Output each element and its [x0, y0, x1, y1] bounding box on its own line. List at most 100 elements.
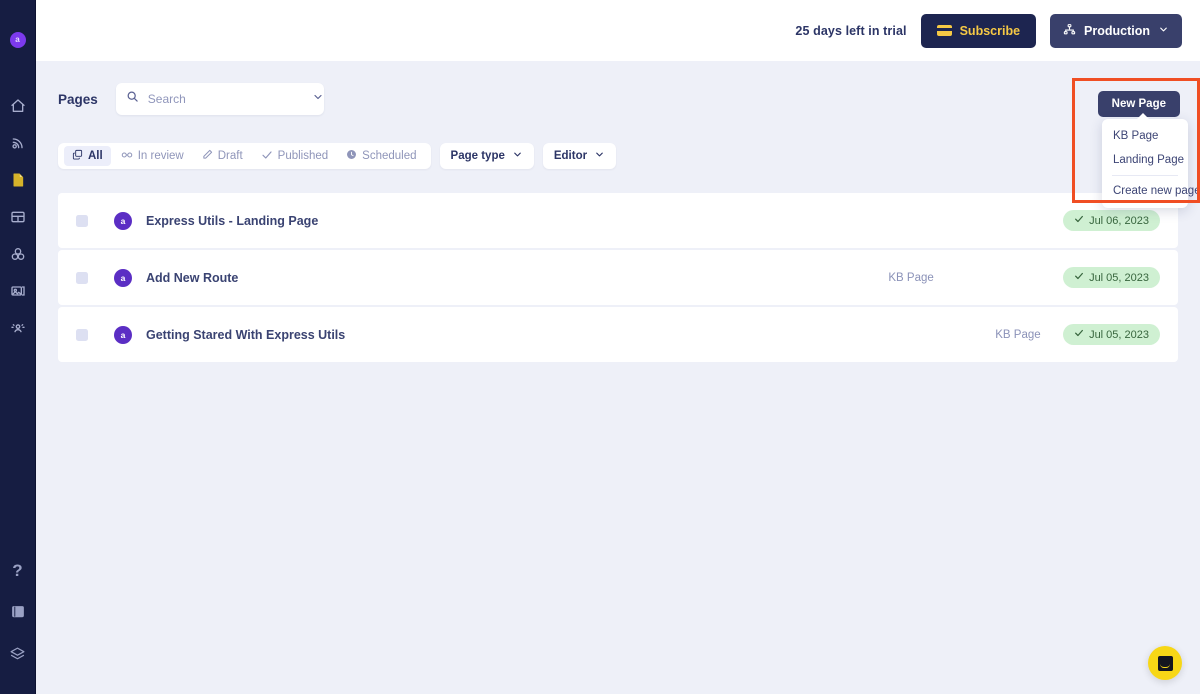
- app-root: a: [0, 0, 1200, 694]
- subscribe-button[interactable]: Subscribe: [921, 14, 1036, 48]
- chevron-down-icon: [512, 149, 523, 163]
- table-row[interactable]: a Add New Route KB Page Jul 05, 2023: [58, 250, 1178, 305]
- glasses-icon: [121, 149, 133, 164]
- tab-all[interactable]: All: [64, 146, 111, 166]
- sidebar-item-media[interactable]: [6, 279, 30, 303]
- status-badge: Jul 05, 2023: [1063, 324, 1160, 345]
- sidebar-item-layers[interactable]: [6, 642, 30, 666]
- row-avatar: a: [114, 212, 132, 230]
- new-page-menu: KB Page Landing Page Create new page: [1102, 119, 1188, 208]
- topbar: 25 days left in trial Subscribe Producti…: [36, 0, 1200, 61]
- chevron-down-icon: [594, 149, 605, 163]
- tab-published[interactable]: Published: [253, 146, 337, 166]
- row-page-name[interactable]: Getting Stared With Express Utils: [146, 328, 345, 342]
- environment-label: Production: [1084, 24, 1150, 38]
- check-icon: [1074, 271, 1084, 284]
- check-icon: [1074, 214, 1084, 227]
- credit-card-icon: [937, 25, 952, 36]
- layers-icon: [9, 646, 26, 663]
- sidebar-nav: [6, 94, 30, 340]
- chat-bubble-icon: [1158, 656, 1173, 671]
- table-icon: [10, 209, 26, 225]
- sidebar-item-docs[interactable]: [6, 600, 30, 624]
- copy-icon: [72, 149, 83, 163]
- table-row[interactable]: a Getting Stared With Express Utils KB P…: [58, 307, 1178, 362]
- clock-icon: [346, 149, 357, 163]
- filter-row: All In review: [58, 143, 1178, 169]
- row-avatar: a: [114, 269, 132, 287]
- menu-separator: [1112, 175, 1178, 176]
- search-icon: [126, 90, 139, 108]
- content-area: Pages: [36, 61, 1200, 694]
- sidebar-item-home[interactable]: [6, 94, 30, 118]
- row-avatar: a: [114, 326, 132, 344]
- broadcast-icon: [10, 135, 26, 151]
- status-badge-date: Jul 06, 2023: [1089, 215, 1149, 227]
- home-icon: [10, 98, 26, 114]
- content-header: Pages: [58, 83, 1178, 115]
- row-middle: KB Page: [238, 250, 1063, 305]
- chevron-down-icon: [1158, 24, 1169, 38]
- page-type-dropdown[interactable]: Page type: [440, 143, 534, 169]
- status-badge: Jul 06, 2023: [1063, 210, 1160, 231]
- search-box[interactable]: [116, 83, 324, 115]
- sitemap-icon: [1063, 23, 1076, 39]
- status-badge-date: Jul 05, 2023: [1089, 272, 1149, 284]
- row-middle: KB Page: [345, 307, 1063, 362]
- pages-icon: [10, 172, 26, 188]
- row-checkbox[interactable]: [76, 329, 88, 341]
- search-input[interactable]: [148, 92, 303, 106]
- main-pane: 25 days left in trial Subscribe Producti…: [36, 0, 1200, 694]
- sidebar-item-help[interactable]: ?: [6, 558, 30, 582]
- tab-in-review[interactable]: In review: [113, 146, 192, 166]
- page-type-dropdown-label: Page type: [451, 150, 505, 162]
- sidebar-item-pages[interactable]: [6, 168, 30, 192]
- tab-published-label: Published: [278, 150, 329, 162]
- menu-item-create-new-page[interactable]: Create new page: [1102, 179, 1188, 203]
- chevron-down-icon[interactable]: [312, 90, 324, 108]
- editor-dropdown[interactable]: Editor: [543, 143, 616, 169]
- status-badge: Jul 05, 2023: [1063, 267, 1160, 288]
- check-icon: [261, 149, 273, 164]
- editor-dropdown-label: Editor: [554, 150, 587, 162]
- sidebar-bottom-nav: ?: [6, 558, 30, 694]
- menu-caret: [1136, 113, 1150, 120]
- tab-in-review-label: In review: [138, 150, 184, 162]
- status-filter-tabs: All In review: [58, 143, 431, 169]
- page-title: Pages: [58, 92, 98, 107]
- sidebar-item-integrations[interactable]: [6, 242, 30, 266]
- tab-all-label: All: [88, 150, 103, 162]
- row-middle: [318, 193, 1063, 248]
- audience-icon: [10, 320, 26, 336]
- sidebar: a: [0, 0, 36, 694]
- tab-scheduled[interactable]: Scheduled: [338, 146, 424, 166]
- status-badge-date: Jul 05, 2023: [1089, 329, 1149, 341]
- sidebar-item-broadcast[interactable]: [6, 131, 30, 155]
- menu-item-landing-page[interactable]: Landing Page: [1102, 148, 1188, 172]
- tab-scheduled-label: Scheduled: [362, 150, 416, 162]
- book-icon: [10, 604, 26, 620]
- subscribe-button-label: Subscribe: [960, 24, 1020, 38]
- menu-item-kb-page[interactable]: KB Page: [1102, 124, 1188, 148]
- pencil-icon: [202, 149, 213, 163]
- row-page-type: KB Page: [888, 272, 933, 284]
- help-icon: ?: [12, 562, 22, 579]
- environment-selector-button[interactable]: Production: [1050, 14, 1182, 48]
- sidebar-item-tables[interactable]: [6, 205, 30, 229]
- chat-widget-button[interactable]: [1148, 646, 1182, 680]
- table-row[interactable]: a Express Utils - Landing Page Jul 06, 2…: [58, 193, 1178, 248]
- integrations-icon: [10, 246, 26, 262]
- tab-draft-label: Draft: [218, 150, 243, 162]
- media-icon: [10, 283, 26, 299]
- tab-draft[interactable]: Draft: [194, 146, 251, 166]
- row-checkbox[interactable]: [76, 215, 88, 227]
- sidebar-item-audience[interactable]: [6, 316, 30, 340]
- row-page-name[interactable]: Express Utils - Landing Page: [146, 214, 318, 228]
- avatar[interactable]: a: [10, 32, 26, 48]
- trial-status-text: 25 days left in trial: [795, 24, 906, 38]
- row-page-name[interactable]: Add New Route: [146, 271, 238, 285]
- row-checkbox[interactable]: [76, 272, 88, 284]
- check-icon: [1074, 328, 1084, 341]
- pages-list: a Express Utils - Landing Page Jul 06, 2…: [58, 193, 1178, 362]
- row-page-type: KB Page: [995, 329, 1040, 341]
